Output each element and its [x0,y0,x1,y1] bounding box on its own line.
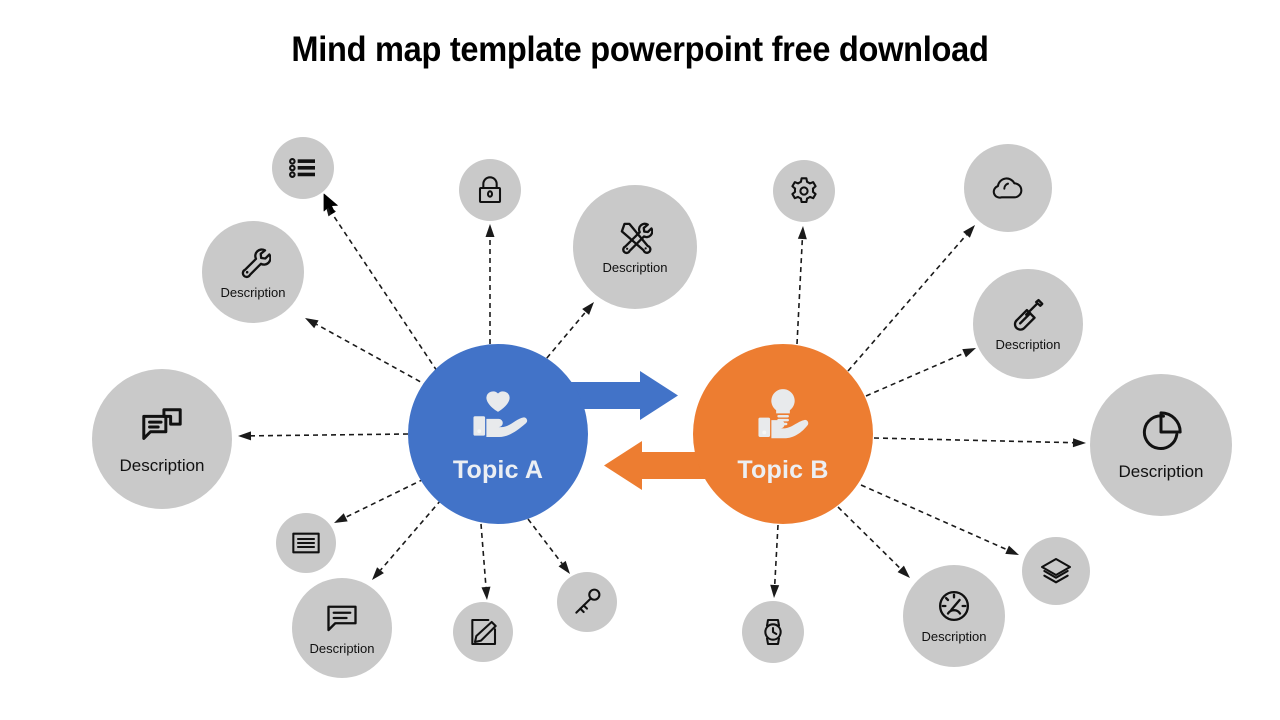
hub-label: Topic B [737,455,829,484]
hand-holding-heart-icon [467,384,529,446]
mindmap-hub-topic-a[interactable]: Topic A [408,344,588,524]
hand-holding-lightbulb-icon [752,384,814,446]
hub-label: Topic A [452,455,544,484]
hub-arrow-layer [560,371,722,490]
mouse-pointer-icon [323,193,341,217]
mindmap-canvas: Mind map template powerpoint free downlo… [0,0,1280,720]
mindmap-hub-topic-b[interactable]: Topic B [693,344,873,524]
